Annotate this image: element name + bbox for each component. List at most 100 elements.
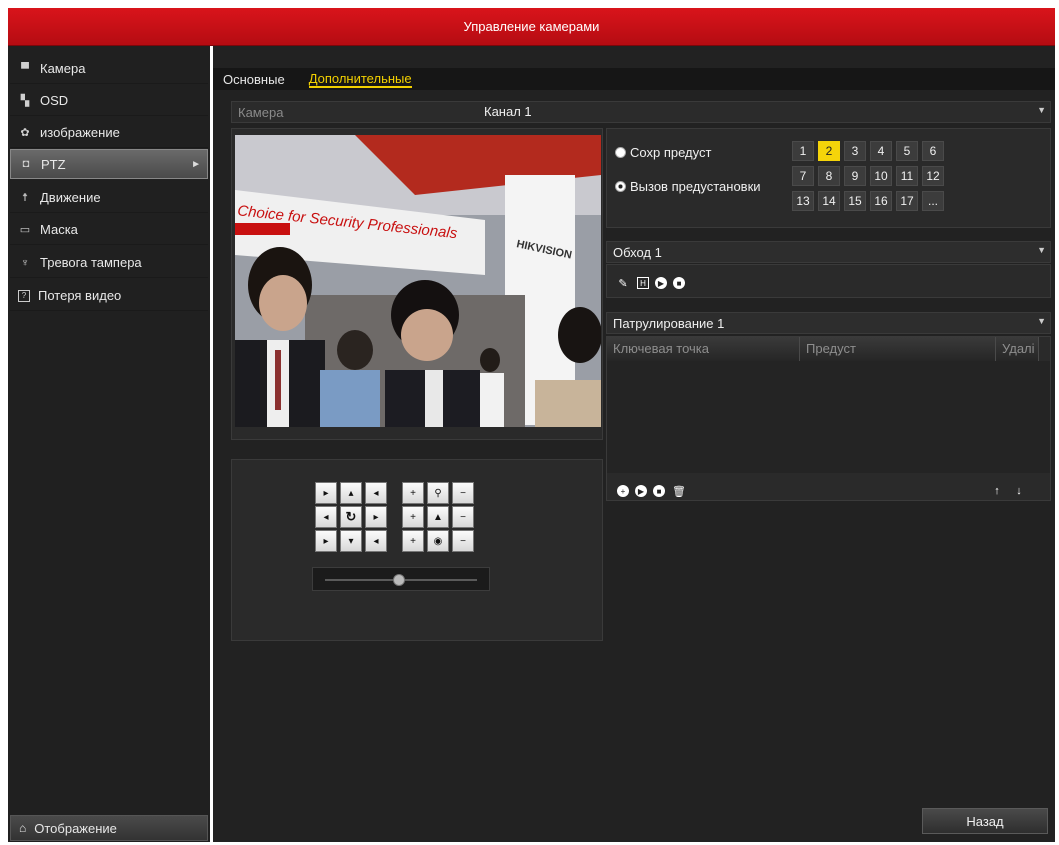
preset-number[interactable]: 8 [818, 166, 840, 186]
preset-number[interactable]: 7 [792, 166, 814, 186]
radio-selected-icon [615, 181, 626, 192]
ptz-icon: ◘ [22, 158, 30, 170]
pan-right-button[interactable]: ▸ [365, 506, 387, 528]
pan-up-left-button[interactable]: ▸ [315, 482, 337, 504]
back-button[interactable]: Назад [922, 808, 1048, 834]
mask-icon: ▭ [19, 224, 31, 236]
pan-up-right-button[interactable]: ◂ [365, 482, 387, 504]
stop-pattern-icon[interactable]: ■ [653, 485, 665, 497]
iris-open-button[interactable]: + [402, 530, 424, 552]
chevron-down-icon: ▼ [1037, 316, 1046, 326]
sidebar-item-motion[interactable]: ☨ Движение [10, 183, 208, 213]
preset-number[interactable]: 3 [844, 141, 866, 161]
sidebar-item-label: OSD [40, 93, 69, 108]
zoom-out-button[interactable]: − [452, 482, 474, 504]
arrow-up-icon[interactable]: ↑ [989, 483, 1005, 499]
tamper-icon: ♆ [20, 256, 30, 269]
sidebar-item-mask[interactable]: ▭ Маска [10, 215, 208, 245]
sidebar: ▀ Камера ▚ OSD ✿ изображение ◘ PTZ ► ☨ Д… [8, 46, 210, 842]
sidebar-item-ptz[interactable]: ◘ PTZ ► [10, 149, 208, 179]
trash-icon[interactable]: 🗑 [671, 483, 687, 499]
zoom-in-button[interactable]: + [402, 482, 424, 504]
tilt-up-button[interactable]: ▴ [340, 482, 362, 504]
preset-more-button[interactable]: ... [922, 191, 944, 211]
preset-number-selected[interactable]: 2 [818, 141, 840, 161]
video-panel: Choice for Security Professionals HIKVIS… [231, 128, 603, 440]
sidebar-item-label: Потеря видео [38, 288, 122, 303]
keypoint-table: Ключевая точка Предуст Удалі + ▶ ■ 🗑 ↑ ↓ [606, 336, 1051, 501]
sidebar-item-image[interactable]: ✿ изображение [10, 118, 208, 148]
preset-number[interactable]: 15 [844, 191, 866, 211]
osd-icon: ▚ [20, 95, 30, 107]
pan-left-button[interactable]: ◂ [315, 506, 337, 528]
window-title: Управление камерами [8, 8, 1055, 46]
save-icon[interactable]: H [637, 277, 649, 289]
patrol-select[interactable]: Обход 1 ▼ [606, 241, 1051, 263]
pan-down-left-button[interactable]: ▸ [315, 530, 337, 552]
camera-row: Камера Канал 1 ▼ [231, 101, 1051, 123]
preset-number[interactable]: 10 [870, 166, 892, 186]
tilt-down-button[interactable]: ▾ [340, 530, 362, 552]
call-preset-radio[interactable]: Вызов предустановки [615, 179, 761, 194]
preset-number[interactable]: 12 [922, 166, 944, 186]
sidebar-item-video-loss[interactable]: ? Потеря видео [10, 281, 208, 311]
preset-number[interactable]: 6 [922, 141, 944, 161]
chevron-down-icon: ▼ [1037, 105, 1046, 115]
preset-number[interactable]: 14 [818, 191, 840, 211]
tab-advanced[interactable]: Дополнительные [308, 71, 412, 88]
pencil-icon[interactable]: ✎ [615, 275, 631, 291]
sidebar-item-label: Движение [40, 190, 101, 205]
preset-number[interactable]: 16 [870, 191, 892, 211]
live-video-image: Choice for Security Professionals HIKVIS… [235, 135, 601, 427]
camera-icon: ▀ [21, 62, 29, 75]
sidebar-item-label: Тревога тампера [40, 255, 142, 270]
stop-patrol-icon[interactable]: ■ [673, 277, 685, 289]
image-icon: ✿ [20, 127, 30, 139]
start-pattern-icon[interactable]: ▶ [635, 485, 647, 497]
sidebar-item-label: PTZ [41, 156, 66, 172]
tab-bar: Основные Дополнительные [213, 68, 1055, 90]
column-header-delete: Удалі [996, 337, 1039, 361]
focus-icon: ▲ [427, 506, 449, 528]
iris-close-button[interactable]: − [452, 530, 474, 552]
preset-number[interactable]: 13 [792, 191, 814, 211]
focus-far-button[interactable]: − [452, 506, 474, 528]
preset-number[interactable]: 4 [870, 141, 892, 161]
ptz-speed-slider[interactable] [312, 567, 490, 591]
pattern-select[interactable]: Патрулирование 1 ▼ [606, 312, 1051, 334]
patrol-toolbar: ✎ H ▶ ■ [606, 264, 1051, 298]
sidebar-item-tamper[interactable]: ♆ Тревога тампера [10, 248, 208, 278]
sidebar-item-osd[interactable]: ▚ OSD [10, 86, 208, 116]
camera-select[interactable]: Канал 1 ▼ [480, 102, 1050, 122]
sidebar-item-label: Камера [40, 61, 86, 76]
sidebar-item-label: изображение [40, 125, 120, 140]
preset-number[interactable]: 1 [792, 141, 814, 161]
focus-near-button[interactable]: + [402, 506, 424, 528]
preset-number[interactable]: 9 [844, 166, 866, 186]
call-preset-label: Вызов предустановки [630, 179, 761, 194]
column-header-preset: Предуст [800, 337, 996, 361]
preset-panel: Сохр предуст Вызов предустановки 1 2 3 4… [606, 128, 1051, 228]
auto-scan-button[interactable]: ↻ [340, 506, 362, 528]
display-nav-button[interactable]: ⌂ Отображение [10, 815, 208, 841]
preset-number[interactable]: 17 [896, 191, 918, 211]
preset-number[interactable]: 5 [896, 141, 918, 161]
add-keypoint-icon[interactable]: + [617, 485, 629, 497]
chevron-down-icon: ▼ [1037, 245, 1046, 255]
live-video[interactable]: Choice for Security Professionals HIKVIS… [235, 135, 601, 427]
preset-number[interactable]: 11 [896, 166, 918, 186]
pan-down-right-button[interactable]: ◂ [365, 530, 387, 552]
column-header-keypoint: Ключевая точка [607, 337, 800, 361]
tab-basic[interactable]: Основные [223, 72, 285, 87]
pattern-select-value: Патрулирование 1 [613, 316, 725, 331]
motion-icon: ☨ [22, 192, 28, 204]
slider-handle[interactable] [393, 574, 405, 586]
ptz-control-panel: ▸ ▴ ◂ + ⚲ − ◂ ↻ ▸ + ▲ − ▸ ▾ ◂ + ◉ − [231, 459, 603, 641]
save-preset-label: Сохр предуст [630, 145, 712, 160]
save-preset-radio[interactable]: Сохр предуст [615, 145, 711, 160]
camera-select-value: Канал 1 [484, 104, 532, 119]
arrow-down-icon[interactable]: ↓ [1011, 483, 1027, 499]
display-nav-label: Отображение [34, 820, 117, 836]
start-patrol-icon[interactable]: ▶ [655, 277, 667, 289]
sidebar-item-camera[interactable]: ▀ Камера [10, 54, 208, 84]
